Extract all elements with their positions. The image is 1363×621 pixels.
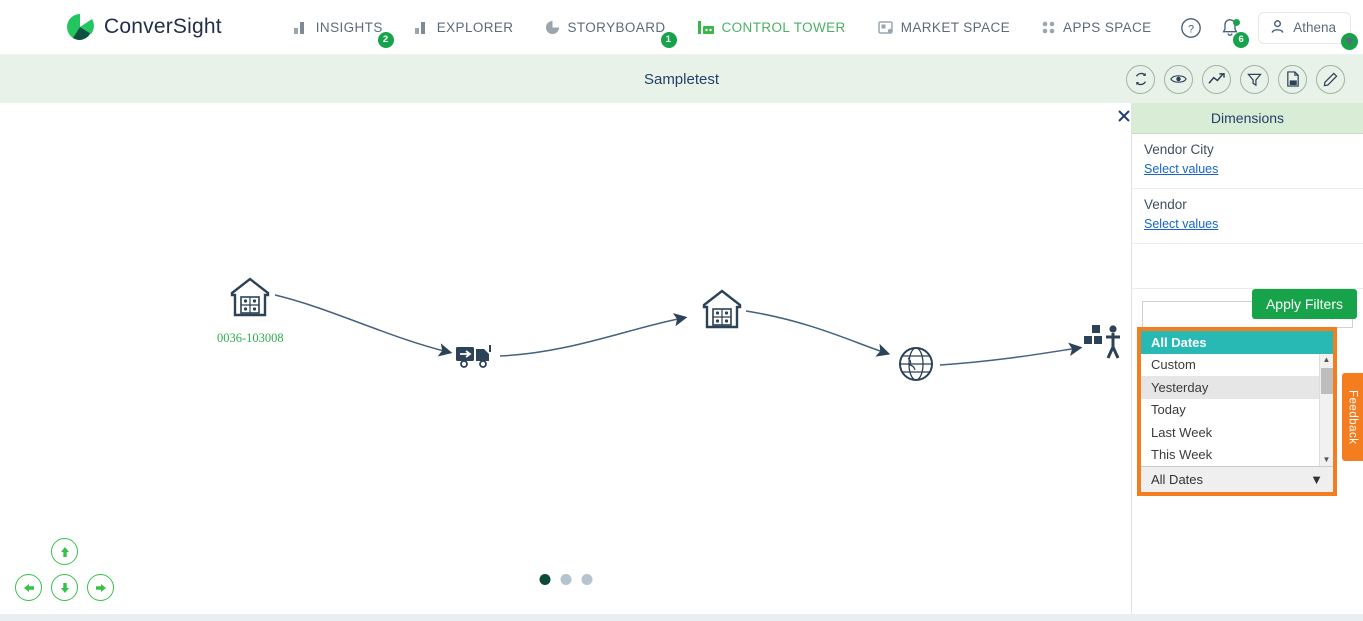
trending-up-icon[interactable] bbox=[1202, 64, 1231, 94]
conversight-logo-icon bbox=[65, 12, 95, 42]
brand-name: ConverSight bbox=[104, 15, 222, 38]
date-dropdown-highlight-frame: All Dates Custom Yesterday Today Last We… bbox=[1137, 327, 1337, 496]
edit-pencil-icon[interactable] bbox=[1316, 64, 1345, 94]
bar-chart-icon bbox=[414, 21, 430, 34]
bottom-strip bbox=[0, 614, 1363, 621]
dropdown-option-all-dates[interactable]: All Dates bbox=[1141, 331, 1333, 354]
carousel-pagination bbox=[539, 574, 592, 585]
nav-item-explorer[interactable]: EXPLORER bbox=[413, 16, 516, 39]
notification-count-badge: 6 bbox=[1233, 31, 1250, 48]
svg-text:?: ? bbox=[1188, 23, 1194, 35]
dropdown-option-yesterday[interactable]: Yesterday bbox=[1141, 376, 1333, 399]
bar-chart-icon bbox=[293, 21, 309, 34]
user-name-label: Athena bbox=[1293, 20, 1336, 35]
bell-icon[interactable]: 6 bbox=[1220, 17, 1250, 48]
dropdown-option-this-week[interactable]: This Week bbox=[1141, 444, 1333, 467]
scrollbar-thumb[interactable] bbox=[1321, 367, 1333, 394]
nav-item-label: STORYBOARD bbox=[567, 19, 666, 35]
filter-icon[interactable] bbox=[1240, 64, 1269, 94]
dropdown-option-last-week[interactable]: Last Week bbox=[1141, 421, 1333, 444]
top-navigation-bar: ConverSight INSIGHTS 2 EXPLORER STORYBOA… bbox=[0, 0, 1363, 55]
dimension-row-vendor-city: Vendor City Select values bbox=[1132, 134, 1363, 189]
close-icon[interactable] bbox=[1113, 105, 1135, 127]
pagination-dot-1[interactable] bbox=[539, 574, 550, 585]
user-icon bbox=[1270, 19, 1285, 37]
pan-up-button[interactable] bbox=[51, 538, 78, 565]
user-menu-button[interactable]: Athena ▼ bbox=[1258, 11, 1358, 50]
pdf-export-icon[interactable] bbox=[1278, 64, 1307, 94]
nav-item-apps-space[interactable]: APPS SPACE bbox=[1040, 16, 1154, 39]
date-select-box[interactable]: All Dates ▼ bbox=[1141, 466, 1333, 492]
dimension-name: Vendor bbox=[1144, 197, 1187, 212]
main-nav-items: INSIGHTS 2 EXPLORER STORYBOARD 1 CONTROL… bbox=[292, 16, 1154, 48]
chevron-down-icon: ▼ bbox=[1310, 472, 1323, 487]
date-dropdown-list: All Dates Custom Yesterday Today Last We… bbox=[1141, 331, 1333, 466]
dimensions-panel: Dimensions Vendor City Select values Ven… bbox=[1131, 103, 1363, 621]
node-label-warehouse-origin: 0036-103008 bbox=[217, 331, 284, 345]
refresh-icon[interactable] bbox=[1126, 64, 1155, 94]
page-title: Sampletest bbox=[643, 70, 720, 88]
pan-controls bbox=[12, 538, 117, 613]
nav-item-label: APPS SPACE bbox=[1063, 19, 1152, 35]
pan-right-button[interactable] bbox=[87, 574, 114, 601]
nav-item-insights[interactable]: INSIGHTS 2 bbox=[292, 16, 394, 48]
eye-icon[interactable] bbox=[1164, 64, 1193, 94]
market-space-icon bbox=[877, 20, 894, 35]
date-filter-zone: All Dates Custom Yesterday Today Last We… bbox=[1132, 289, 1363, 496]
caret-down-icon[interactable]: ▼ bbox=[1323, 454, 1331, 466]
pagination-dot-2[interactable] bbox=[560, 574, 571, 585]
dashboard-toolbar: Sampletest bbox=[0, 55, 1363, 103]
control-tower-icon bbox=[697, 20, 715, 35]
feedback-tab-label: Feedback bbox=[1346, 389, 1359, 445]
nav-item-label: EXPLORER bbox=[436, 19, 514, 35]
notification-dot bbox=[1233, 18, 1241, 26]
toolbar-actions bbox=[1126, 55, 1345, 103]
nav-item-market-space[interactable]: MARKET SPACE bbox=[876, 16, 1012, 39]
dimension-name: Vendor City bbox=[1144, 142, 1214, 157]
pan-down-button[interactable] bbox=[51, 574, 78, 601]
nav-item-label: MARKET SPACE bbox=[900, 19, 1011, 35]
date-select-value: All Dates bbox=[1151, 472, 1204, 487]
nav-badge-count: 2 bbox=[377, 31, 394, 48]
app-root: ConverSight INSIGHTS 2 EXPLORER STORYBOA… bbox=[0, 0, 1363, 621]
dropdown-option-custom[interactable]: Custom bbox=[1141, 354, 1333, 377]
dropdown-scrollbar[interactable]: ▲ ▼ bbox=[1319, 353, 1333, 466]
help-circle-icon[interactable]: ? bbox=[1180, 17, 1202, 39]
nav-badge-count: 1 bbox=[660, 31, 677, 48]
dimension-row-vendor: Vendor Select values bbox=[1132, 189, 1363, 244]
feedback-tab[interactable]: Feedback bbox=[1342, 373, 1363, 461]
panel-spacer bbox=[1132, 244, 1363, 289]
dropdown-option-today[interactable]: Today bbox=[1141, 399, 1333, 422]
panel-title: Dimensions bbox=[1132, 103, 1363, 134]
supply-chain-flow-diagram bbox=[230, 277, 1120, 381]
grid-dots-icon bbox=[1042, 21, 1056, 34]
truck-icon[interactable] bbox=[456, 345, 491, 368]
nav-right-actions: ? 6 Athena ▼ bbox=[1180, 0, 1358, 55]
nav-item-label: INSIGHTS bbox=[315, 19, 383, 35]
nav-item-label: CONTROL TOWER bbox=[721, 19, 846, 35]
control-tower-canvas[interactable]: 0036-103008 bbox=[0, 103, 1131, 621]
nav-item-control-tower[interactable]: CONTROL TOWER bbox=[696, 16, 848, 39]
select-values-link[interactable]: Select values bbox=[1144, 162, 1218, 176]
globe-icon[interactable] bbox=[899, 347, 933, 381]
pagination-dot-3[interactable] bbox=[581, 574, 592, 585]
caret-up-icon[interactable]: ▲ bbox=[1323, 354, 1331, 366]
pan-left-button[interactable] bbox=[15, 574, 42, 601]
pie-chart-icon bbox=[545, 20, 560, 35]
nav-item-storyboard[interactable]: STORYBOARD 1 bbox=[543, 16, 677, 48]
person-packages-icon[interactable] bbox=[1084, 325, 1120, 359]
chevron-down-icon: ▼ bbox=[1341, 32, 1358, 50]
select-values-link[interactable]: Select values bbox=[1144, 217, 1218, 231]
brand-logo-area[interactable]: ConverSight bbox=[65, 12, 222, 42]
apply-filters-button[interactable]: Apply Filters bbox=[1251, 289, 1357, 319]
warehouse-icon[interactable] bbox=[230, 277, 270, 317]
warehouse-icon[interactable] bbox=[702, 289, 742, 329]
